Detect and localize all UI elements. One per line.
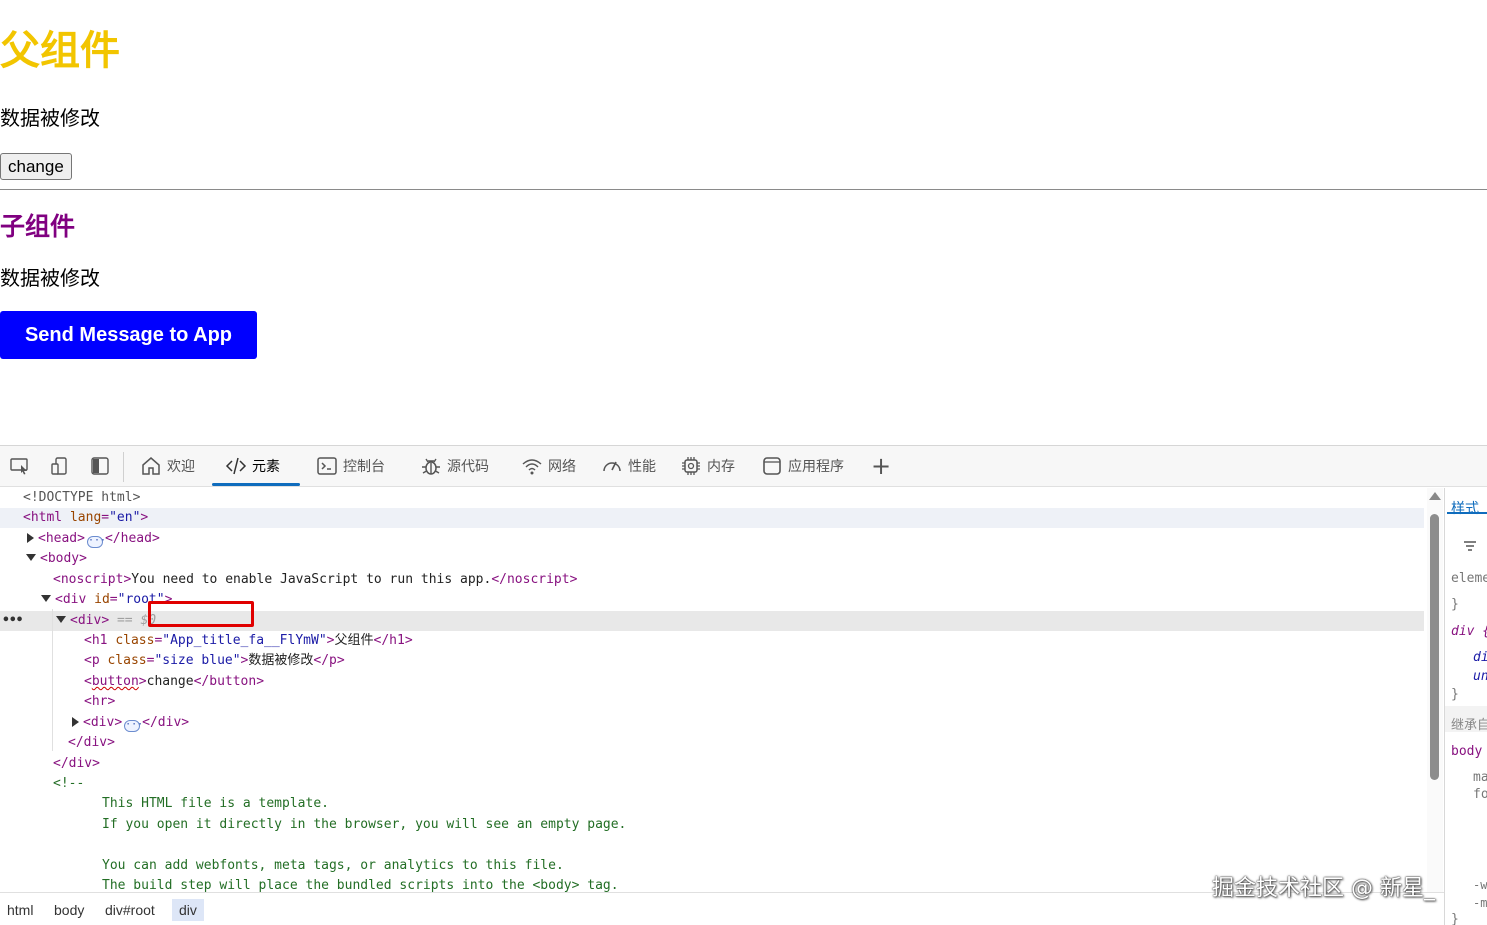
dom-node-body[interactable]: <body> bbox=[0, 549, 1424, 569]
gauge-icon bbox=[601, 455, 623, 477]
dom-node-div-close[interactable]: </div> bbox=[0, 733, 1424, 753]
dom-node-noscript[interactable]: <noscript>You need to enable JavaScript … bbox=[0, 570, 1424, 590]
breadcrumb-div-root[interactable]: div#root bbox=[98, 899, 162, 921]
toolbar-separator bbox=[123, 452, 124, 482]
dom-node-child-div[interactable]: <div> ···</div> bbox=[0, 713, 1424, 733]
tab-label: 性能 bbox=[628, 459, 656, 475]
expand-arrow-icon[interactable] bbox=[27, 533, 34, 543]
device-emulation-icon[interactable] bbox=[50, 456, 70, 476]
style-rule-text: un bbox=[1473, 669, 1487, 684]
styles-tab-underline bbox=[1447, 512, 1487, 514]
tab-label: 网络 bbox=[548, 459, 576, 475]
style-rule-text: -w bbox=[1473, 878, 1487, 892]
style-rule-text: } bbox=[1451, 597, 1459, 612]
collapse-arrow-icon[interactable] bbox=[26, 554, 36, 561]
breadcrumb-div[interactable]: div bbox=[172, 899, 204, 921]
parent-title: 父组件 bbox=[0, 28, 120, 74]
devtools-panel: 欢迎 元素 控制台 源代码 网络 性能 内存 应用程序 + <!DOCTYPE … bbox=[0, 445, 1487, 925]
rendered-page: 父组件 数据被修改 change 子组件 数据被修改 Send Message … bbox=[0, 0, 1487, 445]
expand-arrow-icon[interactable] bbox=[72, 717, 79, 727]
console-icon bbox=[316, 455, 338, 477]
style-rule-text: ma bbox=[1473, 770, 1487, 785]
devtools-toolbar: 欢迎 元素 控制台 源代码 网络 性能 内存 应用程序 + bbox=[0, 446, 1487, 487]
comment-line: The build step will place the bundled sc… bbox=[102, 878, 619, 892]
style-rule-text: fo bbox=[1473, 787, 1487, 802]
tab-label: 源代码 bbox=[447, 459, 489, 475]
style-rule-text: div { bbox=[1451, 624, 1487, 639]
tab-elements[interactable]: 元素 bbox=[212, 446, 300, 486]
scroll-up-arrow-icon[interactable] bbox=[1429, 492, 1441, 500]
dom-node-p[interactable]: <p class="size blue">数据被修改</p> bbox=[0, 651, 1424, 671]
tab-application[interactable]: 应用程序 bbox=[761, 446, 844, 486]
dom-node-comment[interactable]: <!-- bbox=[0, 774, 1424, 794]
comment-line: You can add webfonts, meta tags, or anal… bbox=[102, 858, 564, 873]
tab-console[interactable]: 控制台 bbox=[316, 446, 385, 486]
indent-guide bbox=[52, 609, 53, 751]
tab-label: 控制台 bbox=[343, 459, 385, 475]
tab-styles[interactable]: 样式 bbox=[1451, 498, 1479, 518]
child-message: 数据被修改 bbox=[0, 266, 100, 290]
chip-icon bbox=[680, 455, 702, 477]
child-title: 子组件 bbox=[0, 212, 76, 241]
breadcrumb-html[interactable]: html bbox=[0, 899, 40, 921]
dom-tree-scrollbar[interactable] bbox=[1427, 488, 1443, 892]
divider bbox=[0, 189, 1487, 190]
home-icon bbox=[140, 455, 162, 477]
send-message-button[interactable]: Send Message to App bbox=[0, 311, 257, 359]
style-rule-text: } bbox=[1451, 912, 1459, 925]
tab-welcome[interactable]: 欢迎 bbox=[140, 446, 195, 486]
parent-message: 数据被修改 bbox=[0, 106, 100, 130]
collapse-arrow-icon[interactable] bbox=[56, 616, 66, 623]
dom-node-doctype[interactable]: <!DOCTYPE html> bbox=[0, 488, 1424, 508]
watermark: 掘金技术社区 @ 新星_ bbox=[1212, 876, 1435, 901]
style-rule-text: eleme bbox=[1451, 571, 1487, 586]
scrollbar-thumb[interactable] bbox=[1430, 514, 1439, 780]
dom-node-root-div-close[interactable]: </div> bbox=[0, 754, 1424, 774]
comment-line bbox=[0, 835, 1424, 855]
style-rule-text: -m bbox=[1473, 896, 1487, 910]
tab-performance[interactable]: 性能 bbox=[601, 446, 656, 486]
tab-label: 欢迎 bbox=[167, 459, 195, 475]
app-window-icon bbox=[761, 455, 783, 477]
bug-icon bbox=[420, 455, 442, 477]
change-button[interactable]: change bbox=[0, 153, 72, 180]
dom-node-h1[interactable]: <h1 class="App_title_fa__FlYmW">父组件</h1> bbox=[0, 631, 1424, 651]
comment-line: This HTML file is a template. bbox=[102, 796, 329, 811]
ellipsis-icon[interactable]: ··· bbox=[86, 536, 106, 548]
tab-label: 元素 bbox=[252, 459, 280, 475]
dom-node-hr[interactable]: <hr> bbox=[0, 692, 1424, 712]
dom-node-html[interactable]: <html lang="en"> bbox=[0, 508, 1424, 528]
code-icon bbox=[225, 455, 247, 477]
add-tab-icon[interactable]: + bbox=[871, 454, 891, 478]
filter-icon[interactable] bbox=[1463, 540, 1477, 556]
wifi-icon bbox=[521, 455, 543, 477]
tab-sources[interactable]: 源代码 bbox=[420, 446, 489, 486]
tab-label: 内存 bbox=[707, 459, 735, 475]
styles-pane: 样式 eleme } div { di un } 继承自 body ma fo … bbox=[1444, 488, 1487, 925]
style-rule-text: body bbox=[1451, 744, 1483, 759]
style-rule-text: } bbox=[1451, 687, 1459, 702]
dom-node-head[interactable]: <head> ···</head> bbox=[0, 529, 1424, 549]
dock-side-icon[interactable] bbox=[90, 456, 110, 476]
annotation-highlight-box bbox=[148, 601, 254, 627]
style-rule-text: di bbox=[1473, 650, 1487, 665]
dom-tree: <!DOCTYPE html> <html lang="en"> <head> ·… bbox=[0, 488, 1427, 892]
tab-label: 应用程序 bbox=[788, 459, 844, 475]
more-actions-icon[interactable]: ••• bbox=[2, 611, 24, 631]
dom-node-button[interactable]: <button>change</button> bbox=[0, 672, 1424, 692]
tab-memory[interactable]: 内存 bbox=[680, 446, 735, 486]
inspect-element-icon[interactable] bbox=[10, 456, 30, 476]
collapse-arrow-icon[interactable] bbox=[41, 595, 51, 602]
comment-line: If you open it directly in the browser, … bbox=[102, 817, 627, 832]
tab-network[interactable]: 网络 bbox=[521, 446, 576, 486]
ellipsis-icon[interactable]: ··· bbox=[124, 720, 143, 732]
breadcrumb-body[interactable]: body bbox=[47, 899, 91, 921]
inherited-from-label: 继承自 bbox=[1451, 718, 1487, 733]
